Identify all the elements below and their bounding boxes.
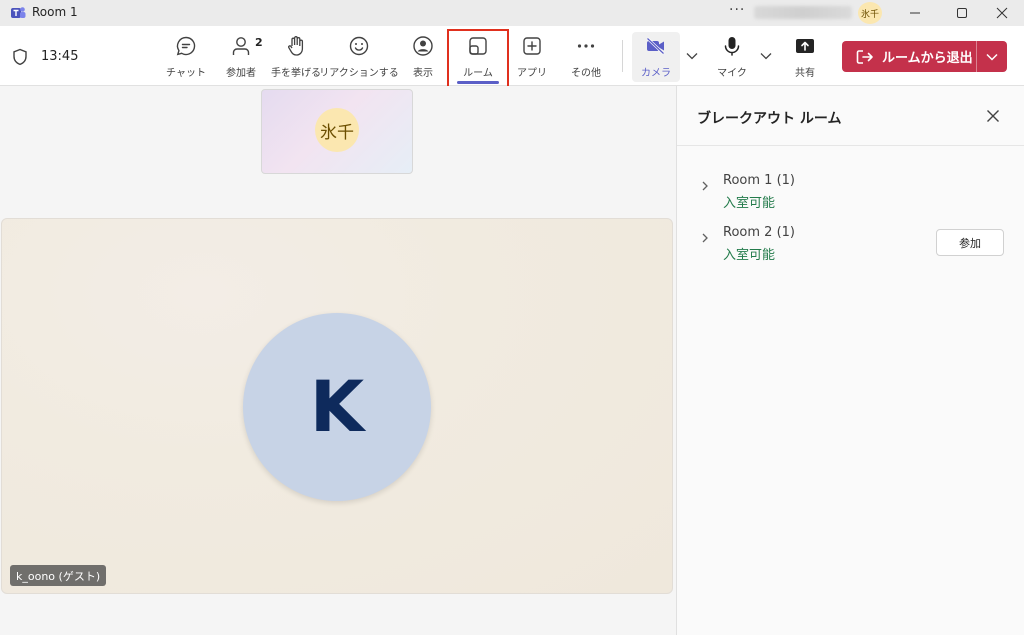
minimize-icon (910, 12, 920, 14)
panel-close-button[interactable] (983, 106, 1003, 126)
chevron-right-icon[interactable] (701, 181, 709, 191)
participant-avatar-main: K (243, 313, 431, 501)
chat-button[interactable]: チャット (166, 34, 206, 84)
teams-logo-icon (11, 7, 26, 18)
breakout-room-row[interactable]: Room 1 (1) 入室可能 (699, 173, 1009, 213)
hand-icon (288, 36, 304, 56)
leave-room-button[interactable]: ルームから退出 (842, 41, 1007, 72)
account-avatar[interactable]: 氷千 (858, 2, 882, 24)
close-icon (987, 110, 999, 122)
view-button[interactable]: 表示 (406, 34, 440, 84)
share-icon (796, 39, 814, 53)
people-icon (232, 37, 250, 55)
close-window-button[interactable] (980, 0, 1024, 26)
title-more-icon[interactable]: ··· (729, 2, 745, 18)
chevron-right-icon[interactable] (701, 233, 709, 243)
raise-hand-label: 手を挙げる (271, 68, 321, 79)
close-icon (996, 7, 1008, 19)
leave-room-label: ルームから退出 (882, 51, 973, 66)
smiley-icon (349, 36, 369, 56)
share-button[interactable]: 共有 (787, 34, 823, 84)
leave-room-main[interactable]: ルームから退出 (842, 41, 976, 72)
title-bar: Room 1 ··· 氷千 (0, 0, 1024, 26)
more-button[interactable]: その他 (568, 34, 604, 84)
chevron-down-icon (986, 53, 998, 61)
participant-name-tag: k_oono (ゲスト) (10, 565, 107, 586)
camera-button[interactable]: カメラ (638, 34, 674, 84)
maximize-icon (957, 8, 967, 18)
active-tab-indicator (457, 81, 499, 84)
room-name-text: Room 2 (723, 225, 773, 240)
participants-label: 参加者 (226, 68, 256, 79)
window-title: Room 1 (32, 5, 78, 19)
camera-label: カメラ (641, 68, 671, 79)
chat-icon (176, 36, 196, 56)
more-label: その他 (571, 68, 601, 79)
leave-options-button[interactable] (977, 53, 1007, 61)
apps-button[interactable]: アプリ (515, 34, 549, 84)
room-name: Room 1 (1) (723, 173, 795, 188)
panel-title: ブレークアウト ルーム (697, 111, 842, 127)
plus-square-icon (523, 37, 541, 55)
breakout-rooms-panel: ブレークアウト ルーム Room 1 (1) 入室可能 Room 2 (1) 入… (676, 86, 1024, 635)
rooms-label: ルーム (463, 68, 493, 79)
raise-hand-button[interactable]: 手を挙げる (271, 34, 321, 84)
meeting-time: 13:45 (41, 49, 79, 64)
camera-off-icon (646, 37, 665, 55)
view-icon (413, 36, 433, 56)
room-count: (1) (776, 173, 795, 188)
panel-divider (677, 145, 1024, 146)
minimize-button[interactable] (893, 0, 937, 26)
room-count: (1) (776, 225, 795, 240)
toolbar-separator (622, 40, 623, 72)
participant-avatar-small: 氷千 (315, 108, 359, 152)
apps-label: アプリ (517, 68, 547, 79)
chat-label: チャット (166, 68, 206, 79)
view-label: 表示 (413, 68, 433, 79)
rooms-button[interactable]: ルーム (460, 34, 496, 84)
room-status: 入室可能 (723, 196, 776, 211)
leave-icon (856, 49, 873, 64)
reactions-label: リアクションする (319, 68, 399, 79)
shield-icon (13, 48, 27, 66)
join-room-button[interactable]: 参加 (936, 229, 1004, 256)
mic-button[interactable]: マイク (714, 34, 750, 84)
room-status: 入室可能 (723, 248, 776, 263)
mic-options-chevron-icon[interactable] (760, 52, 772, 60)
participants-button[interactable]: 2 参加者 (221, 34, 263, 84)
mic-icon (724, 37, 740, 56)
account-name-blurred (754, 6, 852, 19)
share-label: 共有 (795, 68, 815, 79)
maximize-button[interactable] (940, 0, 984, 26)
camera-options-chevron-icon[interactable] (686, 52, 698, 60)
participant-count: 2 (255, 36, 263, 49)
room-name-text: Room 1 (723, 173, 773, 188)
reactions-button[interactable]: リアクションする (319, 34, 399, 84)
room-name: Room 2 (1) (723, 225, 795, 240)
rooms-icon (469, 37, 487, 55)
more-icon (577, 44, 595, 48)
mic-label: マイク (717, 68, 747, 79)
